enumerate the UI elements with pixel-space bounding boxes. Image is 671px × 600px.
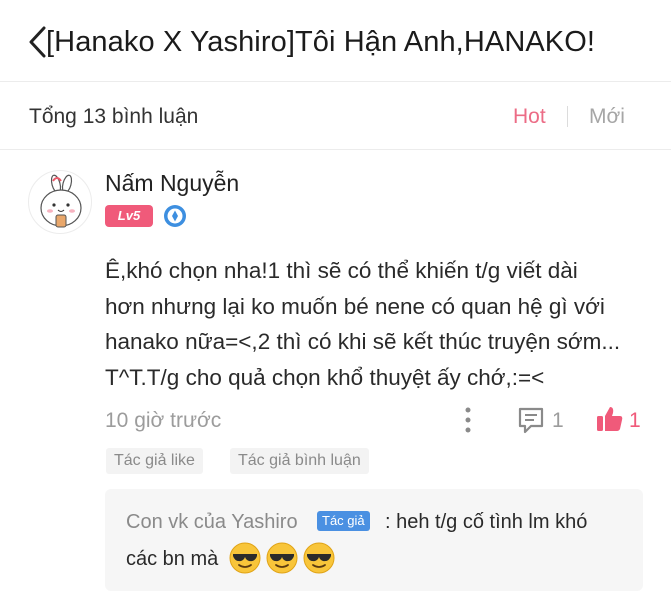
emoji-row	[228, 541, 336, 575]
sort-hot-tab[interactable]: Hot	[513, 103, 546, 131]
comment-line: hơn nhưng lại ko muốn bé nene có quan hệ…	[105, 293, 605, 319]
author-commented-tag: Tác giả bình luận	[230, 448, 369, 474]
sunglasses-emoji-icon	[266, 542, 298, 574]
sort-divider	[567, 106, 568, 127]
verified-badge-icon	[164, 205, 186, 227]
sunglasses-emoji-icon	[303, 542, 335, 574]
comment-line: hanako nữa=<,2 thì có khi sẽ kết thúc tr…	[105, 329, 621, 354]
user-avatar[interactable]	[28, 170, 92, 234]
comment-total: Tổng 13 bình luận	[29, 105, 199, 128]
page-title: [Hanako X Yashiro]Tôi Hận Anh,HANAKO!	[46, 26, 596, 58]
top-bar: [Hanako X Yashiro]Tôi Hận Anh,HANAKO!	[0, 0, 671, 82]
like-count: 1	[629, 409, 641, 432]
comment-username[interactable]: Nấm Nguyễn	[105, 168, 239, 198]
comment-body: Ê,khó chọn nha!1 thì sẽ có thể khiến t/g…	[105, 253, 650, 395]
comment-icon[interactable]	[516, 405, 546, 435]
thumbs-up-icon[interactable]	[595, 404, 625, 434]
bunny-avatar-icon	[40, 174, 82, 228]
author-liked-tag: Tác giả like	[106, 448, 203, 474]
chevron-left-icon[interactable]	[26, 22, 48, 62]
reply-author[interactable]: Con vk của Yashiro	[126, 508, 298, 536]
reply-text: các bn mà	[126, 548, 219, 570]
reply-box[interactable]: Con vk của Yashiro Tác giả : heh t/g cố …	[105, 489, 643, 591]
more-vertical-icon[interactable]	[462, 406, 474, 434]
author-badge: Tác giả	[317, 511, 370, 531]
comment-line: Ê,khó chọn nha!1 thì sẽ có thể khiến t/g…	[105, 258, 578, 283]
comment-filter-bar: Tổng 13 bình luận Hot Mới	[0, 83, 671, 150]
comment-time: 10 giờ trước	[105, 409, 222, 432]
reply-count: 1	[552, 409, 564, 432]
level-badge: Lv5	[105, 205, 153, 227]
sunglasses-emoji-icon	[229, 542, 261, 574]
comment-line: T^T.T/g cho quả chọn khổ thuyệt ấy chớ,:…	[105, 364, 545, 390]
reply-text: : heh t/g cố tình lm khó	[385, 511, 588, 533]
sort-new-tab[interactable]: Mới	[589, 103, 625, 131]
